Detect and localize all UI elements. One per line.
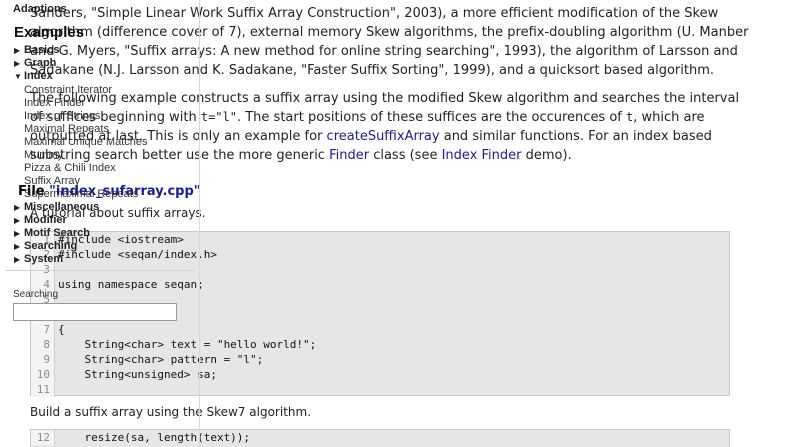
triangle-right-icon: ▶	[14, 242, 21, 251]
nav-item-graph[interactable]: ▶ Graph	[14, 57, 56, 69]
nav-subitem-mummy[interactable]: Mummy	[24, 149, 63, 161]
nav-item-label: Modifier	[24, 214, 67, 226]
triangle-right-icon: ▶	[14, 59, 21, 68]
link-index-finder[interactable]: Index Finder	[442, 148, 522, 163]
nav-item-searching[interactable]: ▶ Searching	[14, 240, 77, 252]
nav-item-label: Basics	[24, 44, 60, 56]
nav-item-motif-search[interactable]: ▶ Motif Search	[14, 227, 90, 239]
nav-subitem-suffix-array[interactable]: Suffix Array	[24, 175, 80, 187]
nav-subitem-constraint-iterator[interactable]: Constraint Iterator	[24, 84, 112, 96]
search-label: Searching	[13, 289, 59, 300]
nav-subitem-index-finder[interactable]: Index Finder	[24, 97, 85, 109]
triangle-right-icon: ▶	[14, 255, 21, 264]
example-text: . The start positions of these suffices …	[236, 110, 627, 125]
nav-subitem-index-of-strings[interactable]: Index of Strings	[24, 110, 100, 122]
nav-subitem-supermaximal-repeats[interactable]: Supermaximal Repeats	[24, 188, 138, 200]
link-createSuffixArray[interactable]: createSuffixArray	[327, 129, 440, 144]
nav-item-system[interactable]: ▶ System	[14, 253, 63, 265]
nav-subitem-maximal-repeats[interactable]: Maximal Repeats	[24, 123, 109, 135]
nav-item-label: Motif Search	[24, 227, 91, 239]
nav-item-label: Graph	[24, 57, 57, 69]
example-text: class (see	[369, 148, 442, 163]
example-text: , which are	[633, 110, 705, 125]
search-input[interactable]	[13, 303, 177, 321]
nav-item-adaptions[interactable]: Adaptions	[13, 3, 67, 15]
triangle-right-icon: ▶	[14, 203, 21, 212]
nav-item-basics[interactable]: ▶ Basics	[14, 44, 59, 56]
nav-item-index[interactable]: ▼ Index	[14, 70, 53, 82]
nav-subitem-pizza-chili-index[interactable]: Pizza & Chili Index	[24, 162, 116, 174]
nav-item-modifier[interactable]: ▶ Modifier	[14, 214, 67, 226]
triangle-right-icon: ▶	[14, 229, 21, 238]
triangle-right-icon: ▶	[14, 216, 21, 225]
nav-divider	[6, 270, 194, 271]
example-text: and similar functions. For an index base…	[439, 129, 712, 144]
example-text: demo).	[521, 148, 572, 163]
triangle-right-icon: ▶	[14, 46, 21, 55]
link-finder[interactable]: Finder	[329, 148, 369, 163]
sidebar-navigation: Adaptions Examples ▶ Basics ▶ Graph ▼ Index…	[0, 0, 200, 447]
nav-item-label: Index	[24, 70, 53, 82]
nav-subitem-maximal-unique-matches[interactable]: Maximal Unique Matches	[24, 136, 148, 148]
nav-header-examples: Examples	[14, 24, 85, 41]
nav-item-label: Searching	[24, 240, 78, 252]
nav-item-miscellaneous[interactable]: ▶ Miscellaneous	[14, 201, 99, 213]
inline-code: t="l"	[200, 110, 237, 124]
nav-item-label: System	[24, 253, 64, 265]
triangle-down-icon: ▼	[14, 72, 22, 81]
nav-item-label: Miscellaneous	[24, 201, 100, 213]
